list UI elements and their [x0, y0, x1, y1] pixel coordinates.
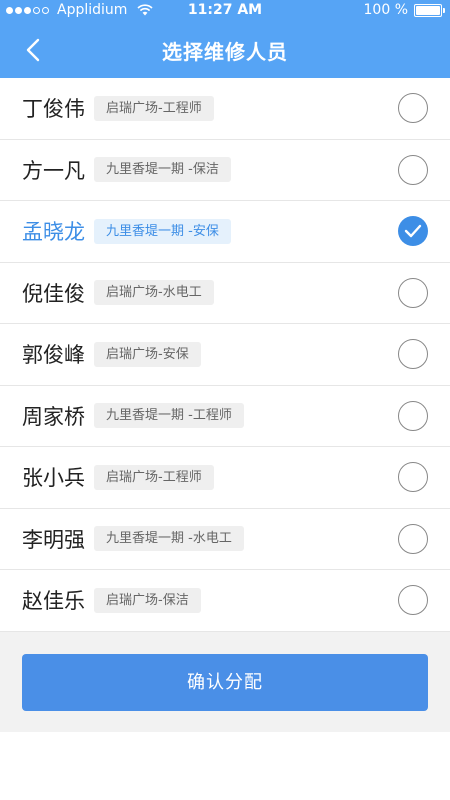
radio-unchecked-icon[interactable]	[398, 462, 428, 493]
battery-level	[416, 5, 440, 15]
radio-unchecked-icon[interactable]	[398, 339, 428, 370]
radio-unchecked-icon[interactable]	[398, 154, 428, 185]
page-title: 选择维修人员	[162, 40, 288, 64]
staff-row[interactable]: 周家桥 九里香堤一期 -工程师	[0, 385, 450, 447]
staff-location-tag: 启瑞广场-工程师	[94, 464, 214, 490]
nav-bar: 选择维修人员	[0, 22, 450, 78]
radio-unchecked-icon[interactable]	[398, 277, 428, 308]
radio-checked-icon[interactable]	[398, 216, 428, 247]
staff-name: 周家桥	[22, 404, 85, 429]
staff-location-tag: 启瑞广场-水电工	[94, 280, 214, 306]
battery-icon	[414, 3, 445, 17]
staff-name: 丁俊伟	[22, 97, 85, 122]
status-right: 100 %	[363, 2, 445, 18]
battery-percent: 100 %	[363, 2, 408, 18]
radio-unchecked-icon[interactable]	[398, 93, 428, 124]
footer-area: 确认分配	[0, 632, 450, 732]
staff-location-tag: 启瑞广场-工程师	[94, 95, 214, 121]
checkmark-icon	[404, 225, 422, 238]
staff-row[interactable]: 孟晓龙 九里香堤一期 -安保	[0, 201, 450, 263]
status-bar: Applidium 11:27 AM 100 %	[0, 0, 450, 22]
staff-list: 丁俊伟 启瑞广场-工程师 方一凡 九里香堤一期 -保洁 孟晓龙 九里香堤一期 -安保 倪佳俊…	[0, 78, 450, 632]
staff-name: 方一凡	[22, 158, 85, 183]
staff-name: 赵佳乐	[22, 589, 85, 614]
staff-row[interactable]: 郭俊峰 启瑞广场-安保	[0, 324, 450, 386]
staff-location-tag: 九里香堤一期 -水电工	[94, 526, 244, 552]
staff-name: 郭俊峰	[22, 343, 85, 368]
staff-location-tag: 九里香堤一期 -工程师	[94, 403, 244, 429]
staff-row[interactable]: 方一凡 九里香堤一期 -保洁	[0, 139, 450, 201]
staff-name: 孟晓龙	[22, 220, 85, 245]
staff-location-tag: 九里香堤一期 -安保	[94, 218, 231, 244]
confirm-assign-button[interactable]: 确认分配	[22, 654, 428, 711]
radio-unchecked-icon[interactable]	[398, 400, 428, 431]
staff-row[interactable]: 李明强 九里香堤一期 -水电工	[0, 508, 450, 570]
staff-location-tag: 启瑞广场-安保	[94, 341, 201, 367]
staff-name: 张小兵	[22, 466, 85, 491]
staff-name: 李明强	[22, 527, 85, 552]
staff-location-tag: 启瑞广场-保洁	[94, 587, 201, 613]
staff-row[interactable]: 丁俊伟 启瑞广场-工程师	[0, 78, 450, 140]
radio-unchecked-icon[interactable]	[398, 585, 428, 616]
staff-location-tag: 九里香堤一期 -保洁	[94, 157, 231, 183]
app-header: Applidium 11:27 AM 100 % 选择维修人员	[0, 0, 450, 78]
staff-row[interactable]: 赵佳乐 启瑞广场-保洁	[0, 570, 450, 632]
staff-name: 倪佳俊	[22, 281, 85, 306]
staff-row[interactable]: 倪佳俊 启瑞广场-水电工	[0, 262, 450, 324]
staff-row[interactable]: 张小兵 启瑞广场-工程师	[0, 447, 450, 509]
radio-unchecked-icon[interactable]	[398, 523, 428, 554]
